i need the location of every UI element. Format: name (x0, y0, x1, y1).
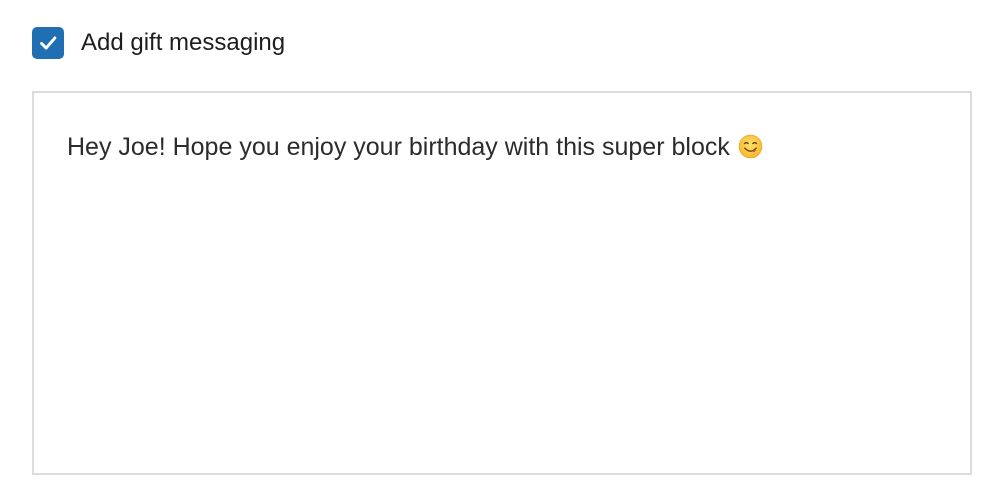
checkmark-icon (40, 36, 57, 50)
gift-message-value: Hey Joe! Hope you enjoy your birthday wi… (67, 133, 730, 161)
gift-messaging-label[interactable]: Add gift messaging (81, 27, 285, 59)
gift-messaging-checkbox[interactable] (32, 27, 64, 59)
smiling-face-savoring-food-icon (738, 134, 763, 159)
gift-message-textarea[interactable]: Hey Joe! Hope you enjoy your birthday wi… (32, 91, 972, 475)
gift-message-text[interactable]: Hey Joe! Hope you enjoy your birthday wi… (67, 130, 763, 164)
gift-messaging-option[interactable]: Add gift messaging (32, 27, 285, 59)
